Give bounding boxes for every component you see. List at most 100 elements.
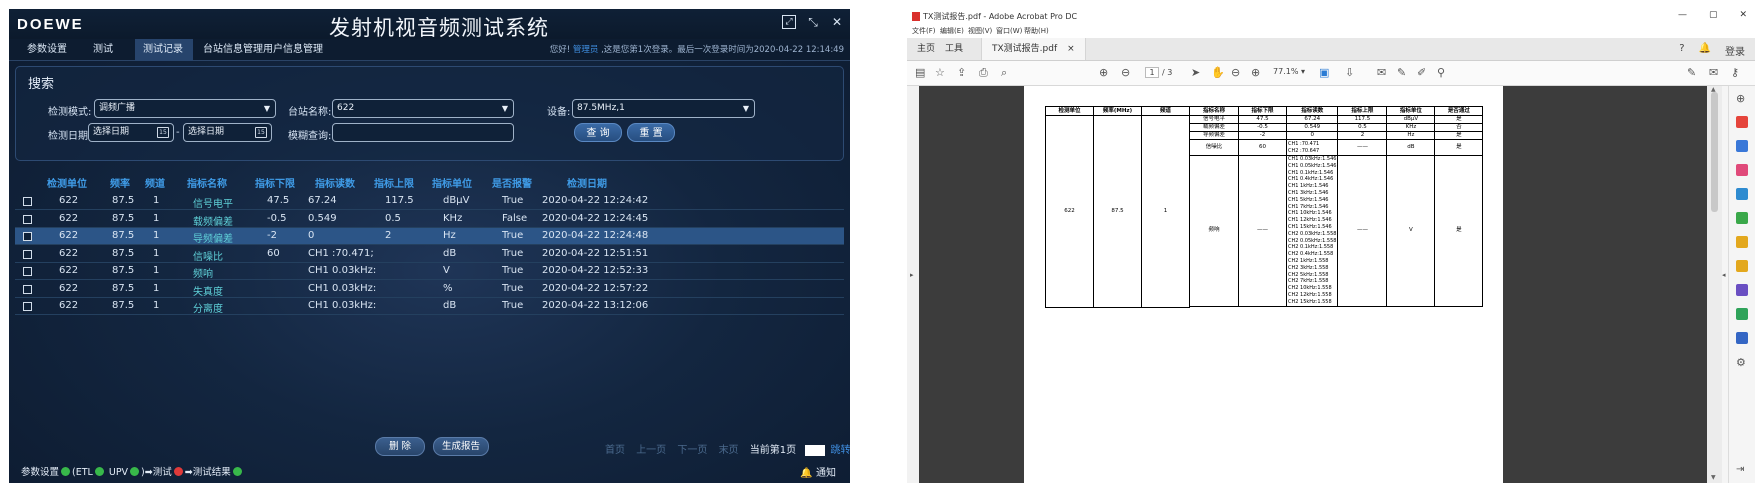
tab-document[interactable]: TX测试报告.pdf ×	[981, 38, 1086, 60]
generate-report-button[interactable]: 生成报告	[433, 437, 489, 456]
table-row[interactable]: 622 87.5 1 信号电平 47.5 67.24 117.5 dBμV True 2020-0…	[15, 193, 844, 210]
page-display-icon[interactable]: ▣	[1319, 66, 1329, 79]
scroll-down-icon[interactable]: ▼	[1711, 474, 1716, 481]
edit-pen-icon[interactable]: ✎	[1687, 66, 1696, 79]
calendar-icon[interactable]: 15	[157, 127, 169, 138]
help-icon[interactable]: ?	[1679, 43, 1684, 58]
table-row[interactable]: 622 87.5 1 信噪比 60 CH1 :70.471; dB True 2020-04-2…	[15, 246, 844, 263]
upload-icon[interactable]: ⇪	[957, 66, 966, 79]
query-button[interactable]: 查 询	[574, 123, 622, 142]
page-number-input[interactable]	[805, 444, 826, 456]
menu-test[interactable]: 测试	[85, 39, 121, 61]
select-arrow-icon[interactable]: ➤	[1191, 66, 1200, 79]
draw-icon[interactable]: ✐	[1417, 66, 1426, 79]
row-checkbox[interactable]	[23, 249, 32, 259]
prev-page-link[interactable]: 上一页	[636, 445, 666, 456]
mode-select[interactable]: 调频广播 ▼	[94, 99, 276, 118]
protect-icon[interactable]	[1736, 332, 1748, 344]
expand-icon[interactable]: ⤡	[806, 15, 820, 29]
row-checkbox[interactable]	[23, 197, 32, 206]
delete-button[interactable]: 删 除	[375, 437, 425, 456]
page-down-icon[interactable]: ⊖	[1121, 66, 1130, 79]
left-panel-toggle[interactable]: ▸	[907, 86, 919, 483]
notification-bell-icon[interactable]: 🔔	[1699, 43, 1711, 58]
table-row[interactable]: 622 87.5 1 频响 CH1 0.03kHz: V True 2020-04-22 12…	[15, 263, 844, 280]
notice-button[interactable]: 🔔 通知	[800, 464, 836, 479]
edit-pdf-icon[interactable]	[1736, 212, 1748, 224]
row-checkbox[interactable]	[23, 232, 32, 241]
menu-help[interactable]: 帮助(H)	[1024, 26, 1049, 36]
menu-param-settings[interactable]: 参数设置	[19, 39, 75, 61]
reset-button[interactable]: 重 置	[627, 123, 675, 142]
more-tools-icon[interactable]: ⚙	[1736, 356, 1748, 369]
menu-edit[interactable]: 编辑(E)	[940, 26, 964, 36]
menu-window[interactable]: 窗口(W)	[996, 26, 1022, 36]
sign-icon[interactable]: ⚷	[1731, 66, 1739, 79]
stamp-icon[interactable]: ⚲	[1437, 66, 1445, 79]
table-row[interactable]: 622 87.5 1 导频偏差 -2 0 2 Hz True 2020-04-22 12:24:4…	[15, 228, 844, 245]
send-signature-icon[interactable]	[1736, 284, 1748, 296]
zoom-level[interactable]: 77.1% ▾	[1273, 67, 1305, 76]
row-checkbox[interactable]	[23, 302, 32, 311]
vertical-scrollbar[interactable]: ▲ ▼	[1707, 86, 1722, 483]
combine-files-icon[interactable]	[1736, 140, 1748, 152]
export-pdf-icon[interactable]	[1736, 188, 1748, 200]
save-icon[interactable]: ▤	[915, 66, 925, 79]
maximize-icon[interactable]: ▢	[1709, 10, 1718, 20]
tab-tools[interactable]: 工具	[941, 38, 967, 60]
create-pdf-icon[interactable]	[1736, 116, 1748, 128]
next-page-link[interactable]: 下一页	[677, 445, 707, 456]
row-checkbox[interactable]	[23, 214, 32, 224]
print-icon[interactable]: ⎙	[979, 66, 988, 80]
col-lower: 指标下限	[255, 179, 295, 190]
close-tab-icon[interactable]: ×	[1067, 44, 1075, 54]
report-row: 622 87.5 1 信号电平 47.5 67.24 117.5 dBμV 是	[1045, 115, 1484, 308]
search-icon[interactable]: ⌕	[1001, 66, 1007, 80]
restore-icon[interactable]: ⤢	[782, 15, 796, 29]
report-freqresp-line: CH1 10kHz:1.546	[1288, 210, 1332, 217]
zoom-tool-icon[interactable]: ⊕	[1736, 92, 1748, 105]
close-icon[interactable]: ✕	[830, 15, 844, 29]
table-row[interactable]: 622 87.5 1 分离度 CH1 0.03kHz: dB True 2020-04-22 …	[15, 298, 844, 315]
menu-view[interactable]: 视图(V)	[968, 26, 992, 36]
row-checkbox[interactable]	[23, 267, 32, 276]
first-page-link[interactable]: 首页	[605, 445, 625, 456]
fuzzy-search-input[interactable]	[332, 123, 514, 142]
row-checkbox[interactable]	[23, 284, 32, 294]
menu-test-records[interactable]: 测试记录	[135, 39, 193, 61]
date-start-input[interactable]: 选择日期 15	[88, 123, 174, 142]
table-row[interactable]: 622 87.5 1 失真度 CH1 0.03kHz:% True 2020-04-22 1…	[15, 281, 844, 298]
page-number-input[interactable]: 1	[1145, 67, 1159, 78]
last-page-link[interactable]: 末页	[719, 445, 739, 456]
close-icon[interactable]: ✕	[1739, 10, 1747, 20]
zoom-out-icon[interactable]: ⊖	[1231, 66, 1240, 79]
signin-link[interactable]: 登录	[1725, 43, 1745, 58]
device-select[interactable]: 87.5MHz,1 ▼	[572, 99, 755, 118]
page-up-icon[interactable]: ⊕	[1099, 66, 1108, 79]
goto-page-link[interactable]: 跳转	[831, 445, 851, 456]
scrollbar-thumb[interactable]	[1711, 92, 1718, 212]
menu-file[interactable]: 文件(F)	[912, 26, 936, 36]
date-end-input[interactable]: 选择日期 15	[183, 123, 272, 142]
collapse-pane-icon[interactable]: ⇥	[1736, 464, 1748, 476]
col-upper: 指标上限	[374, 179, 414, 190]
tab-home[interactable]: 主页	[913, 38, 939, 60]
comment-tool-icon[interactable]	[1736, 236, 1748, 248]
menu-user-management[interactable]: 用户信息管理	[255, 39, 331, 61]
table-row[interactable]: 622 87.5 1 载频偏差 -0.5 0.549 0.5 KHz False 2020-04-…	[15, 211, 844, 228]
fill-sign-icon[interactable]	[1736, 260, 1748, 272]
table-cell-reading: 0	[308, 230, 315, 241]
minimize-icon[interactable]: —	[1678, 10, 1687, 20]
comment-icon[interactable]: ✉	[1377, 66, 1386, 79]
organize-pages-icon[interactable]	[1736, 164, 1748, 176]
scan-ocr-icon[interactable]	[1736, 308, 1748, 320]
scroll-mode-icon[interactable]: ⇩	[1345, 66, 1354, 79]
station-select[interactable]: 622 ▼	[332, 99, 514, 118]
highlight-pen-icon[interactable]: ✎	[1397, 66, 1406, 79]
calendar-icon[interactable]: 15	[255, 127, 267, 138]
bookmark-star-icon[interactable]: ☆	[935, 66, 945, 79]
welcome-user[interactable]: 管理员	[573, 45, 599, 55]
zoom-in-icon[interactable]: ⊕	[1251, 66, 1260, 79]
hand-tool-icon[interactable]: ✋	[1211, 66, 1225, 79]
mail-icon[interactable]: ✉	[1709, 66, 1718, 79]
